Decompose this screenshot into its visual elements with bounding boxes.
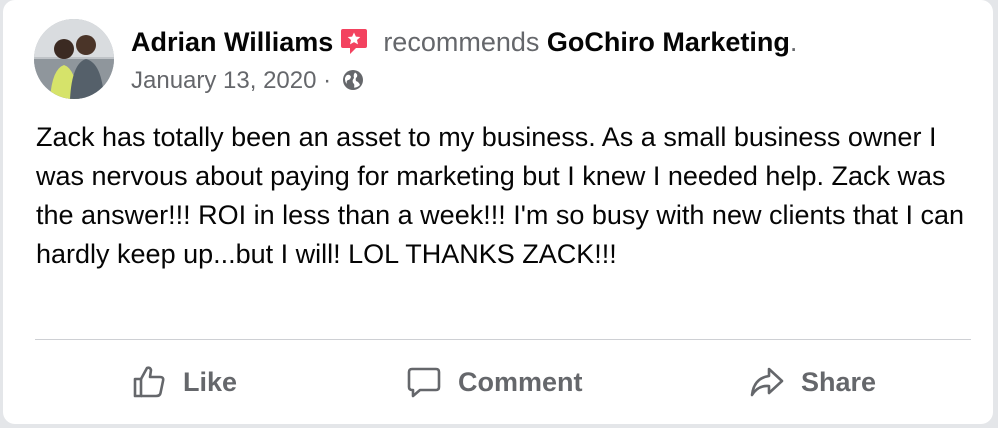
globe-icon[interactable] (342, 67, 364, 90)
actions-divider (35, 339, 971, 340)
recommendation-star-icon (339, 26, 369, 56)
avatar-photo (34, 19, 114, 99)
recommendation-post-card: Adrian Williams recommends GoChiro Market… (3, 0, 993, 424)
author-name[interactable]: Adrian Williams (131, 27, 333, 57)
thumbs-up-icon (133, 366, 165, 398)
share-button[interactable]: Share (749, 356, 876, 408)
post-body-text: Zack has totally been an asset to my bus… (36, 122, 965, 269)
share-label: Share (801, 366, 877, 397)
recommends-verb: recommends (383, 27, 540, 57)
like-button[interactable]: Like (131, 356, 237, 408)
avatar[interactable] (34, 19, 114, 99)
header-period: . (789, 27, 798, 57)
speech-bubble-icon (407, 367, 441, 398)
share-arrow-icon (750, 367, 784, 397)
comment-label: Comment (458, 366, 583, 397)
comment-button[interactable]: Comment (406, 356, 583, 408)
page-name-link[interactable]: GoChiro Marketing (547, 27, 790, 57)
post-date[interactable]: January 13, 2020 (131, 67, 316, 94)
like-label: Like (183, 366, 238, 397)
meta-separator: · (323, 67, 332, 94)
post-meta: January 13, 2020 · (131, 64, 364, 98)
post-header: Adrian Williams recommends GoChiro Market… (131, 24, 797, 60)
